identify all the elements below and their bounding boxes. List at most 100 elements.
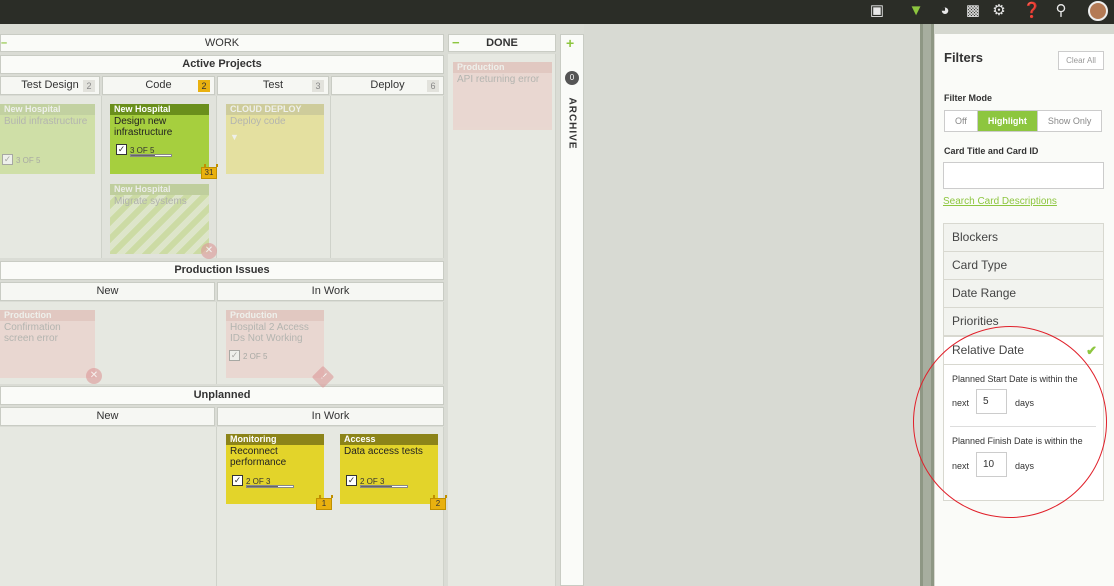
card-title-label: Card Title and Card ID [944, 146, 1039, 156]
col-label: In Work [311, 410, 350, 422]
work-header[interactable]: – WORK [0, 34, 444, 52]
card-pi-new1[interactable]: Production Confirmation screen error [0, 310, 95, 378]
search-descriptions-link[interactable]: Search Card Descriptions [943, 196, 1057, 207]
checkbox-icon: ✓ [232, 475, 243, 486]
wip-count: 2 [83, 80, 95, 92]
checkbox-icon: ✓ [116, 144, 127, 155]
help-icon[interactable]: ❓ [1021, 0, 1043, 22]
col-code[interactable]: Code 2 [102, 76, 215, 95]
progress-bar [246, 485, 294, 488]
card-test1[interactable]: CLOUD DEPLOY Deploy code ▼ [226, 104, 324, 174]
col-test-design[interactable]: Test Design 2 [0, 76, 100, 95]
add-icon[interactable]: + [566, 35, 574, 51]
archive-strip[interactable]: + 0 ARCHIVE [560, 34, 584, 586]
card-code2[interactable]: New Hospital Migrate systems [110, 184, 209, 254]
col-up-in-work[interactable]: In Work [217, 407, 444, 426]
filter-mode-label: Filter Mode [944, 93, 993, 103]
card-title: CLOUD DEPLOY [226, 104, 324, 115]
card-title: Production [0, 310, 95, 321]
col-test[interactable]: Test 3 [217, 76, 329, 95]
checkbox-icon: ✓ [346, 475, 357, 486]
card-title: New Hospital [110, 184, 209, 195]
task-progress: 2 OF 5 [243, 352, 268, 361]
col-label: In Work [311, 285, 350, 297]
wip-count: 3 [312, 80, 324, 92]
card-title: Production [453, 62, 552, 73]
card-body: Data access tests [344, 446, 423, 457]
checkbox-icon: ✓ [229, 350, 240, 361]
progress-bar [130, 154, 172, 157]
col-body-up-new [0, 427, 217, 586]
col-label: New [96, 410, 119, 422]
minus-icon[interactable]: − [452, 35, 460, 51]
card-done1[interactable]: Production API returning error [453, 62, 552, 130]
card-body: Reconnect performance [230, 446, 287, 467]
search-icon[interactable]: ⚲ [1050, 0, 1072, 22]
lane-unplanned[interactable]: Unplanned [0, 386, 444, 405]
card-code1[interactable]: New Hospital Design new infrastructure ✓… [110, 104, 209, 174]
lane-production-issues[interactable]: Production Issues [0, 261, 444, 280]
col-pi-in-work[interactable]: In Work [217, 282, 444, 301]
mode-off-button[interactable]: Off [945, 111, 978, 131]
filter-section-relative-date[interactable]: Relative Date ✔ [943, 336, 1104, 365]
section-label: Relative Date [952, 343, 1025, 357]
analytics-icon[interactable]: ▩ [962, 0, 984, 22]
scroll-thumb[interactable] [923, 24, 931, 586]
start-unit-label: days [1015, 398, 1035, 408]
clear-all-button[interactable]: Clear All [1058, 51, 1104, 70]
col-up-new[interactable]: New [0, 407, 215, 426]
checkmark-icon: ✔ [1086, 343, 1097, 358]
card-title-input[interactable] [943, 162, 1104, 189]
finish-next-label: next [952, 461, 970, 471]
progress-bar [360, 485, 408, 488]
timer-icon[interactable]: ◕ [934, 0, 956, 22]
card-body: Confirmation screen error [4, 322, 61, 344]
section-label: Card Type [952, 258, 1008, 272]
mode-show-only-button[interactable]: Show Only [1038, 111, 1102, 131]
archive-count: 0 [565, 71, 579, 85]
calendar-icon: 1 [316, 495, 333, 510]
col-label: Code [145, 79, 172, 91]
card-body: Deploy code [230, 116, 286, 127]
card-pi-work1[interactable]: Production Hospital 2 Access IDs Not Wor… [226, 310, 324, 378]
lane-active-projects[interactable]: Active Projects [0, 55, 444, 74]
chevron-down-icon: ▼ [230, 132, 239, 142]
panel-scrollbar[interactable] [920, 24, 934, 586]
filter-section-priorities[interactable]: Priorities [943, 307, 1104, 336]
finish-days-input[interactable]: 10 [976, 452, 1007, 477]
card-title: Production [226, 310, 324, 321]
user-avatar[interactable] [1088, 1, 1108, 21]
done-header[interactable]: − DONE [448, 34, 556, 52]
card-body: Migrate systems [114, 196, 187, 207]
card-up2[interactable]: Access Data access tests ✓ 2 OF 3 [340, 434, 438, 504]
col-pi-new[interactable]: New [0, 282, 215, 301]
filter-section-blockers[interactable]: Blockers [943, 223, 1104, 252]
wip-count: 6 [427, 80, 439, 92]
card-up1[interactable]: Monitoring Reconnect performance ✓ 2 OF … [226, 434, 324, 504]
section-label: Blockers [952, 230, 999, 244]
card-body: API returning error [457, 74, 540, 85]
new-card-icon[interactable]: ▣ [866, 0, 888, 22]
card-title: Monitoring [226, 434, 324, 445]
wip-count: 2 [198, 80, 210, 92]
filter-section-date-range[interactable]: Date Range [943, 279, 1104, 308]
col-deploy[interactable]: Deploy 6 [331, 76, 444, 95]
card-td1[interactable]: New Hospital Build infrastructure ✓ 3 OF… [0, 104, 95, 174]
gear-icon[interactable]: ⚙ [988, 0, 1010, 22]
filter-section-card-type[interactable]: Card Type [943, 251, 1104, 280]
relative-date-panel: Planned Start Date is within the next 5 … [943, 365, 1104, 501]
archive-label: ARCHIVE [566, 97, 578, 150]
calendar-icon: 31 [201, 164, 218, 179]
collapse-icon[interactable]: – [1, 35, 7, 51]
lane-title: Unplanned [193, 389, 251, 401]
board-canvas [584, 24, 920, 586]
mode-highlight-button[interactable]: Highlight [977, 111, 1038, 131]
filter-icon[interactable]: ▼ [905, 0, 927, 22]
checkbox-icon: ✓ [2, 154, 13, 165]
card-title: Access [340, 434, 438, 445]
card-title: New Hospital [110, 104, 209, 115]
card-body: Hospital 2 Access IDs Not Working [230, 322, 309, 344]
start-days-input[interactable]: 5 [976, 389, 1007, 414]
lane-title: Active Projects [182, 58, 262, 70]
start-next-label: next [952, 398, 970, 408]
